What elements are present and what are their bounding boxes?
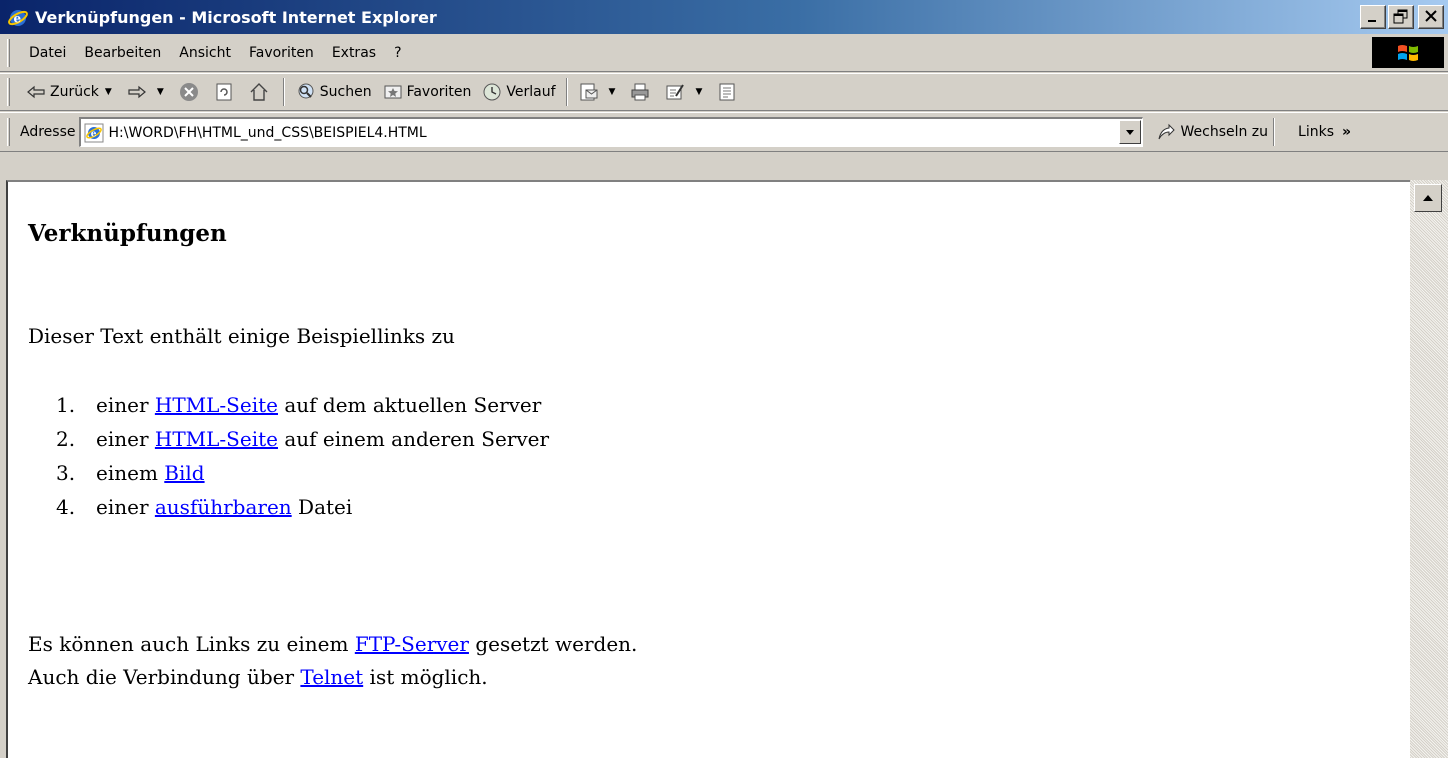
list-number: 2.	[56, 427, 76, 451]
menu-help[interactable]: ?	[385, 45, 410, 61]
ftp-sentence: Es können auch Links zu einem FTP-Server…	[28, 632, 637, 656]
print-icon	[629, 81, 651, 103]
history-button[interactable]: Verlauf	[476, 77, 560, 107]
refresh-icon	[213, 81, 235, 103]
list-text-before: einer	[96, 495, 149, 519]
forward-dropdown-icon[interactable]: ▼	[157, 87, 164, 97]
title-bar: e Verknüpfungen - Microsoft Internet Exp…	[0, 0, 1448, 34]
vertical-scrollbar[interactable]	[1410, 180, 1448, 758]
toolbar-separator	[565, 78, 568, 106]
ftp-text-after: gesetzt werden.	[475, 632, 638, 656]
search-icon	[295, 81, 317, 103]
links-label: Links	[1298, 124, 1335, 140]
mail-icon	[578, 81, 600, 103]
menu-extras[interactable]: Extras	[323, 45, 385, 61]
minimize-button[interactable]	[1360, 5, 1386, 29]
close-button[interactable]	[1418, 5, 1444, 29]
list-text-before: einem	[96, 461, 158, 485]
discuss-icon	[716, 81, 738, 103]
external-html-page-link[interactable]: HTML-Seite	[155, 427, 278, 461]
address-value: H:\WORD\FH\HTML_und_CSS\BEISPIEL4.HTML	[108, 124, 427, 141]
mail-button[interactable]: ▼	[573, 77, 625, 107]
list-text-after: auf dem aktuellen Server	[284, 393, 542, 417]
restore-button[interactable]	[1388, 5, 1414, 29]
list-text-before: einer	[96, 427, 149, 451]
list-item: 2. einer HTML-Seite auf einem anderen Se…	[56, 427, 549, 461]
search-button[interactable]: Suchen	[290, 77, 377, 107]
search-label: Suchen	[319, 84, 372, 100]
address-dropdown-button[interactable]	[1119, 120, 1142, 144]
address-label: Adresse	[20, 124, 76, 140]
ftp-text-before: Es können auch Links zu einem	[28, 632, 349, 656]
menu-ansicht[interactable]: Ansicht	[170, 45, 240, 61]
edit-dropdown-icon[interactable]: ▼	[695, 87, 702, 97]
menu-bar: Datei Bearbeiten Ansicht Favoriten Extra…	[0, 34, 1448, 72]
back-button[interactable]: Zurück ▼	[20, 77, 121, 107]
menu-favoriten[interactable]: Favoriten	[240, 45, 323, 61]
ie-page-icon: e	[84, 123, 104, 143]
discuss-button[interactable]	[711, 77, 746, 107]
address-grip[interactable]	[7, 118, 10, 146]
refresh-button[interactable]	[208, 77, 243, 107]
home-icon	[248, 81, 270, 103]
history-icon	[481, 81, 503, 103]
image-link[interactable]: Bild	[164, 461, 204, 495]
list-number: 3.	[56, 461, 76, 485]
go-arrow-icon	[1155, 121, 1177, 143]
intro-text: Dieser Text enthält einige Beispiellinks…	[28, 324, 455, 348]
list-number: 4.	[56, 495, 76, 519]
list-number: 1.	[56, 393, 76, 417]
window-title: Verknüpfungen - Microsoft Internet Explo…	[35, 7, 437, 27]
menu-grip[interactable]	[7, 38, 10, 67]
svg-text:e: e	[14, 12, 22, 26]
telnet-link[interactable]: Telnet	[300, 665, 363, 689]
forward-arrow-icon	[126, 81, 148, 103]
go-button[interactable]: Wechseln zu	[1155, 121, 1268, 143]
back-dropdown-icon[interactable]: ▼	[105, 87, 112, 97]
edit-button[interactable]: ▼	[659, 77, 711, 107]
list-text-after: Datei	[298, 495, 353, 519]
link-list: 1. einer HTML-Seite auf dem aktuellen Se…	[56, 393, 549, 529]
links-toolbar[interactable]: Links »	[1298, 124, 1351, 140]
edit-icon	[664, 81, 686, 103]
scroll-up-button[interactable]	[1414, 184, 1442, 212]
ie-logo-icon: e	[7, 6, 29, 28]
chevron-right-icon[interactable]: »	[1342, 124, 1351, 140]
menu-datei[interactable]: Datei	[20, 45, 75, 61]
menu-bearbeiten[interactable]: Bearbeiten	[75, 45, 170, 61]
telnet-sentence: Auch die Verbindung über Telnet ist mögl…	[28, 665, 488, 689]
telnet-text-before: Auch die Verbindung über	[28, 665, 295, 689]
toolbar-separator	[282, 78, 285, 106]
print-button[interactable]	[624, 77, 659, 107]
html-page-link[interactable]: HTML-Seite	[155, 393, 278, 427]
address-input[interactable]: e H:\WORD\FH\HTML_und_CSS\BEISPIEL4.HTML	[79, 117, 1144, 147]
favorites-label: Favoriten	[406, 84, 472, 100]
windows-logo-icon	[1372, 37, 1444, 68]
home-button[interactable]	[243, 77, 278, 107]
stop-button[interactable]	[173, 77, 208, 107]
ftp-server-link[interactable]: FTP-Server	[355, 632, 469, 656]
list-item: 1. einer HTML-Seite auf dem aktuellen Se…	[56, 393, 549, 427]
mail-dropdown-icon[interactable]: ▼	[609, 87, 616, 97]
toolbar-grip[interactable]	[7, 78, 10, 106]
back-label: Zurück	[50, 84, 99, 100]
standard-toolbar: Zurück ▼ ▼ Suchen Favoriten Verlauf ▼ ▼	[0, 73, 1448, 111]
stop-icon	[178, 81, 200, 103]
forward-button[interactable]: ▼	[121, 77, 173, 107]
executable-link[interactable]: ausführbaren	[155, 495, 292, 529]
svg-text:e: e	[91, 129, 97, 139]
page-heading: Verknüpfungen	[28, 220, 227, 247]
list-text-after: auf einem anderen Server	[284, 427, 550, 451]
address-separator	[1273, 118, 1276, 146]
address-bar: Adresse e H:\WORD\FH\HTML_und_CSS\BEISPI…	[0, 112, 1448, 152]
list-item: 4. einer ausführbaren Datei	[56, 495, 549, 529]
list-item: 3. einem Bild	[56, 461, 549, 495]
go-label: Wechseln zu	[1180, 124, 1269, 140]
favorites-icon	[382, 81, 404, 103]
favorites-button[interactable]: Favoriten	[377, 77, 477, 107]
list-text-before: einer	[96, 393, 149, 417]
back-arrow-icon	[25, 81, 47, 103]
telnet-text-after: ist möglich.	[369, 665, 488, 689]
history-label: Verlauf	[506, 84, 556, 100]
